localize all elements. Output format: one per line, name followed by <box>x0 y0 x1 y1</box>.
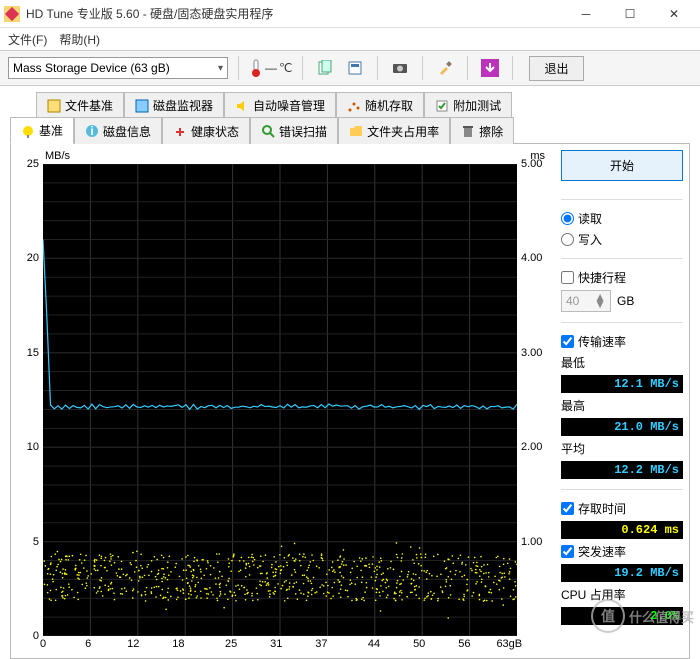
device-name: Mass Storage Device (63 gB) <box>13 61 170 75</box>
access-time-check[interactable]: 存取时间 <box>561 500 683 517</box>
max-label: 最高 <box>561 397 683 414</box>
separator <box>238 56 239 80</box>
settings-button[interactable] <box>433 56 457 80</box>
write-radio[interactable]: 写入 <box>561 231 683 248</box>
transfer-rate-check[interactable]: 传输速率 <box>561 333 683 350</box>
tab-benchmark[interactable]: 基准 <box>10 117 74 144</box>
close-button[interactable]: ✕ <box>652 0 696 28</box>
short-stroke-check[interactable]: 快捷行程 <box>561 269 683 286</box>
titlebar: HD Tune 专业版 5.60 - 硬盘/固态硬盘实用程序 ─ ☐ ✕ <box>0 0 700 28</box>
tab-file-benchmark[interactable]: 文件基准 <box>36 92 124 118</box>
device-dropdown[interactable]: Mass Storage Device (63 gB) ▾ <box>8 57 228 79</box>
separator <box>302 56 303 80</box>
tab-health[interactable]: 健康状态 <box>162 117 250 144</box>
separator <box>512 56 513 80</box>
chart-canvas <box>43 164 517 636</box>
benchmark-panel: MB/s ms 2520151050 5.004.003.002.001.00 … <box>10 143 690 659</box>
tab-row-top: 文件基准 磁盘监视器 自动噪音管理 随机存取 附加测试 <box>36 92 690 117</box>
separator <box>467 56 468 80</box>
copy-info-button[interactable] <box>313 56 337 80</box>
watermark-badge: 值 <box>591 599 625 633</box>
y-axis-left: 2520151050 <box>17 164 41 636</box>
tab-aam[interactable]: 自动噪音管理 <box>224 92 336 118</box>
watermark: 值 什么值得买 <box>591 599 694 633</box>
app-icon <box>4 6 20 22</box>
spinner-arrows-icon[interactable]: ▲▼ <box>594 294 606 308</box>
temp-unit: ℃ <box>279 61 292 75</box>
temp-value: — <box>265 61 277 75</box>
max-value: 21.0 MB/s <box>561 418 683 436</box>
avg-value: 12.2 MB/s <box>561 461 683 479</box>
menu-file[interactable]: 文件(F) <box>8 31 47 48</box>
tab-row-bottom: 基准 i磁盘信息 健康状态 错误扫描 文件夹占用率 擦除 <box>10 117 690 143</box>
thermometer-icon <box>249 59 263 77</box>
window-title: HD Tune 专业版 5.60 - 硬盘/固态硬盘实用程序 <box>26 5 564 22</box>
burst-value: 19.2 MB/s <box>561 564 683 582</box>
menubar: 文件(F) 帮助(H) <box>0 28 700 50</box>
exit-button[interactable]: 退出 <box>529 56 583 81</box>
screenshot-button[interactable] <box>388 56 412 80</box>
watermark-text: 什么值得买 <box>629 607 694 626</box>
burst-rate-check[interactable]: 突发速率 <box>561 543 683 560</box>
tab-error-scan[interactable]: 错误扫描 <box>250 117 338 144</box>
svg-text:i: i <box>90 124 93 138</box>
tab-disk-info[interactable]: i磁盘信息 <box>74 117 162 144</box>
access-value: 0.624 ms <box>561 521 683 539</box>
y-axis-right: 5.004.003.002.001.00 <box>519 164 551 636</box>
save-button[interactable] <box>478 56 502 80</box>
chevron-down-icon: ▾ <box>218 63 223 74</box>
separator <box>377 56 378 80</box>
tab-random-access[interactable]: 随机存取 <box>336 92 424 118</box>
tab-erase[interactable]: 擦除 <box>450 117 514 144</box>
y-left-unit: MB/s <box>45 150 70 162</box>
avg-label: 平均 <box>561 440 683 457</box>
min-label: 最低 <box>561 354 683 371</box>
maximize-button[interactable]: ☐ <box>608 0 652 28</box>
copy-screenshot-button[interactable] <box>343 56 367 80</box>
minimize-button[interactable]: ─ <box>564 0 608 28</box>
chart-area: MB/s ms 2520151050 5.004.003.002.001.00 … <box>17 150 551 652</box>
toolbar: Mass Storage Device (63 gB) ▾ — ℃ 退出 <box>0 50 700 86</box>
menu-help[interactable]: 帮助(H) <box>59 31 100 48</box>
x-axis: 06121825313744505663gB <box>43 638 517 652</box>
tab-folder-usage[interactable]: 文件夹占用率 <box>338 117 450 144</box>
read-radio[interactable]: 读取 <box>561 210 683 227</box>
tab-area: 文件基准 磁盘监视器 自动噪音管理 随机存取 附加测试 基准 i磁盘信息 健康状… <box>0 86 700 143</box>
start-button[interactable]: 开始 <box>561 150 683 181</box>
controls-panel: 开始 读取 写入 快捷行程 40▲▼ GB 传输速率 最低 12.1 MB/s … <box>551 150 683 652</box>
separator <box>422 56 423 80</box>
min-value: 12.1 MB/s <box>561 375 683 393</box>
tab-extra-tests[interactable]: 附加测试 <box>424 92 512 118</box>
tab-disk-monitor[interactable]: 磁盘监视器 <box>124 92 224 118</box>
temperature-display: — ℃ <box>249 59 292 77</box>
short-stroke-spinner[interactable]: 40▲▼ GB <box>561 290 683 312</box>
